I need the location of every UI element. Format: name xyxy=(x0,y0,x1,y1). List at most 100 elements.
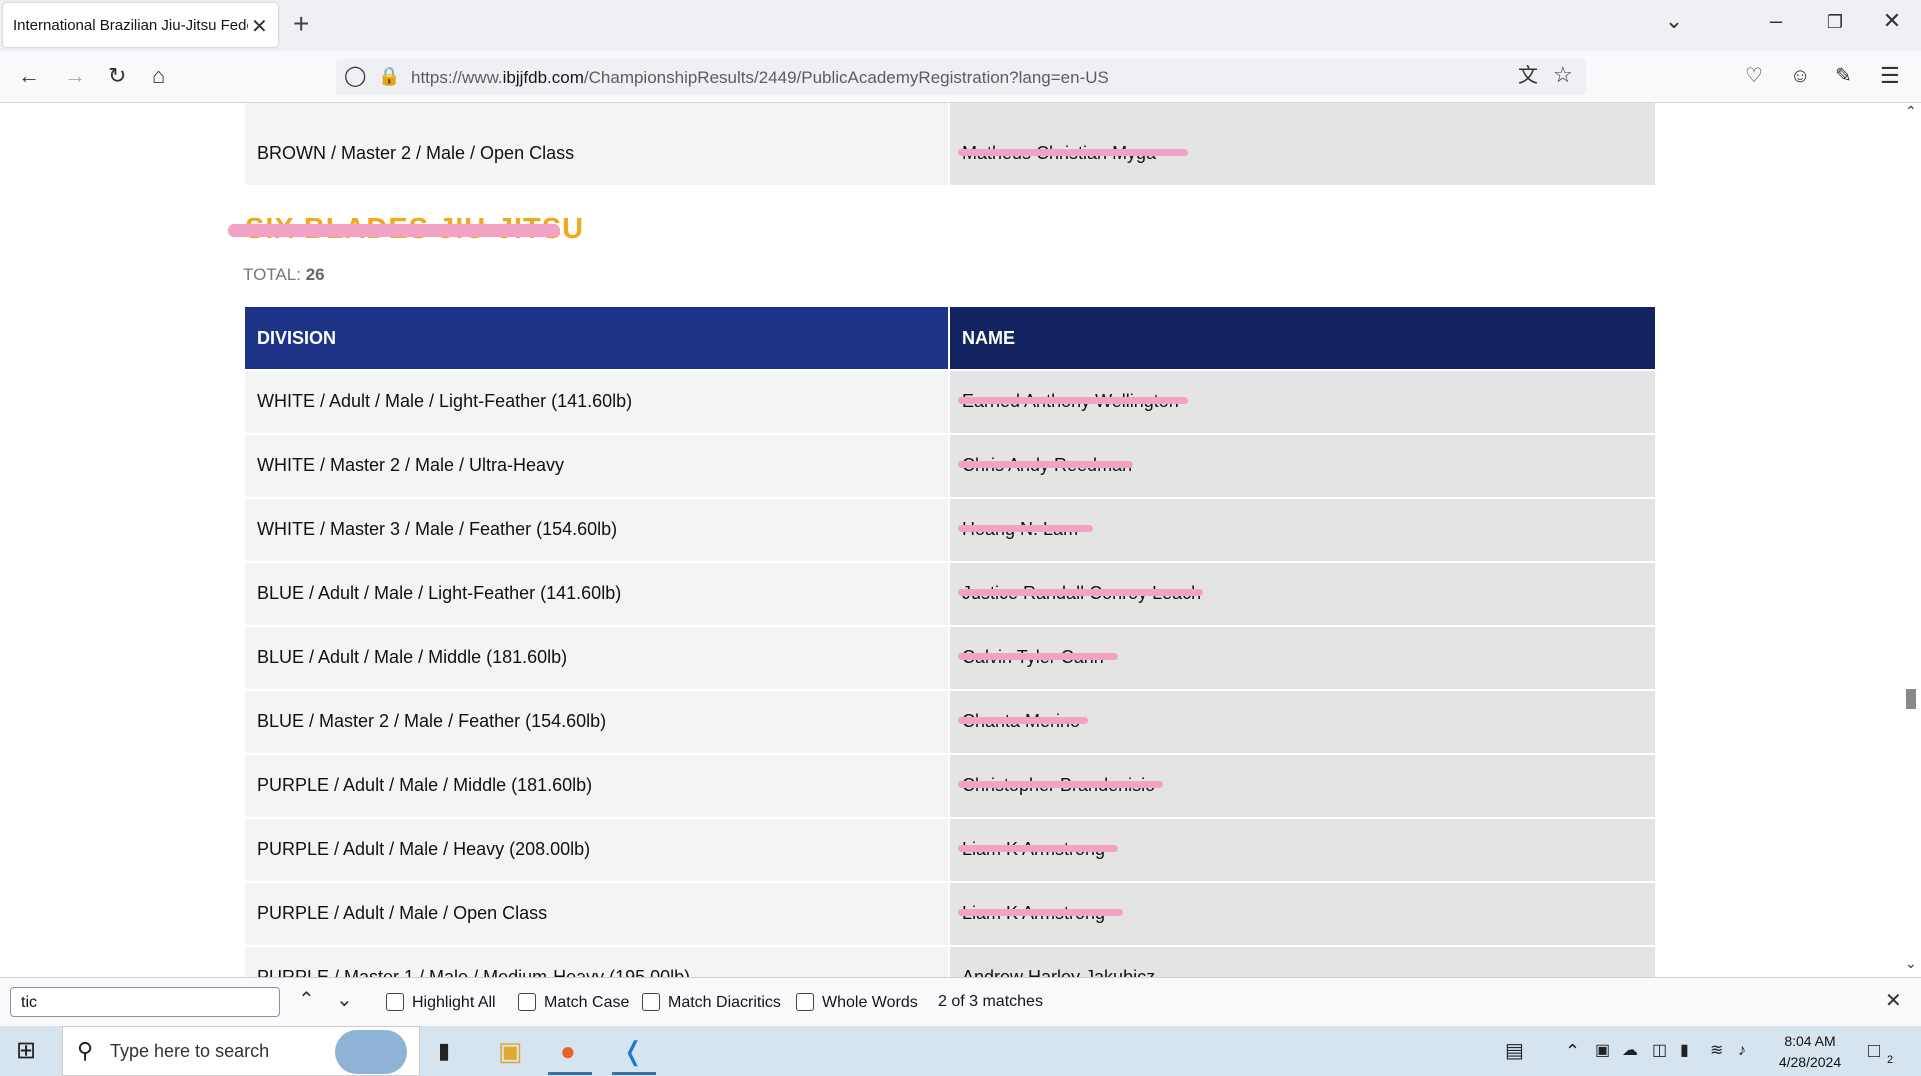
show-hidden-icons-icon[interactable]: ⌃ xyxy=(1565,1036,1580,1066)
lock-icon[interactable]: 🔒 xyxy=(378,65,400,87)
account-icon[interactable]: ☺ xyxy=(1790,65,1810,87)
division-cell: WHITE / Adult / Male / Light-Feather (14… xyxy=(245,371,948,433)
close-window-icon[interactable]: ✕ xyxy=(1872,8,1912,34)
table-row: PURPLE / Adult / Male / Middle (181.60lb… xyxy=(245,755,1655,817)
security-icon[interactable]: ◫ xyxy=(1652,1036,1667,1066)
clock-date[interactable]: 4/28/2024 xyxy=(1770,1054,1850,1070)
find-input[interactable]: tic xyxy=(10,987,280,1017)
name-cell: Liam K Armstrong xyxy=(950,883,1655,945)
whole-words-checkbox[interactable]: Whole Words xyxy=(796,993,918,1012)
name-cell: Andrew Harley Jakubicz xyxy=(950,947,1655,977)
translate-icon[interactable]: 文 xyxy=(1518,65,1538,87)
battery-icon[interactable]: ▮ xyxy=(1680,1036,1689,1066)
vscode-icon[interactable]: ❬ xyxy=(622,1036,644,1066)
minimize-icon[interactable]: – xyxy=(1756,8,1796,34)
menu-icon[interactable]: ☰ xyxy=(1880,65,1900,87)
windows-start-icon[interactable]: ⊞ xyxy=(16,1036,36,1066)
redaction-mark xyxy=(958,653,1118,660)
division-cell: BLUE / Adult / Male / Light-Feather (141… xyxy=(245,563,948,625)
home-icon[interactable]: ⌂ xyxy=(152,65,165,87)
task-view-icon[interactable]: ▮ xyxy=(438,1036,450,1066)
url-text[interactable]: https://www.ibjjfdb.com/ChampionshipResu… xyxy=(411,68,1109,88)
list-all-tabs-icon[interactable]: ⌄ xyxy=(1654,8,1694,34)
scrollbar[interactable]: ⌃ ⌄ xyxy=(1901,103,1921,977)
browser-tab[interactable]: International Brazilian Jiu-Jitsu Fede ✕ xyxy=(3,3,278,47)
highlight-all-checkbox[interactable]: Highlight All xyxy=(386,993,496,1012)
table-row: BLUE / Adult / Male / Middle (181.60lb)C… xyxy=(245,627,1655,689)
onedrive-icon[interactable]: ☁ xyxy=(1622,1036,1638,1066)
scroll-up-icon[interactable]: ⌃ xyxy=(1905,103,1917,120)
table-row: WHITE / Master 2 / Male / Ultra-HeavyChr… xyxy=(245,435,1655,497)
name-cell: Calvin Tyler Cann xyxy=(950,627,1655,689)
extensions-icon[interactable]: ✎ xyxy=(1835,65,1852,87)
notification-icon[interactable]: □ xyxy=(1868,1036,1880,1066)
pocket-icon[interactable]: ♡ xyxy=(1745,65,1763,87)
tab-title: International Brazilian Jiu-Jitsu Fede xyxy=(13,17,248,34)
table-row: WHITE / Adult / Male / Light-Feather (14… xyxy=(245,371,1655,433)
name-cell: Earned Anthony Wellington xyxy=(950,371,1655,433)
tab-close-icon[interactable]: ✕ xyxy=(251,14,268,39)
redaction-mark xyxy=(958,461,1133,468)
name-cell: Justice Randall Conroy Leach xyxy=(950,563,1655,625)
url-bar[interactable]: ◯ 🔒 https://www.ibjjfdb.com/Championship… xyxy=(336,59,1586,95)
find-bar: tic ⌃ ⌄ Highlight All Match Case Match D… xyxy=(0,977,1921,1026)
table-row: BLUE / Adult / Male / Light-Feather (141… xyxy=(245,563,1655,625)
name-cell: Christopher Brandenisio xyxy=(950,755,1655,817)
scrollbar-thumb[interactable] xyxy=(1906,689,1916,709)
reload-icon[interactable]: ↻ xyxy=(108,65,126,87)
total-count: TOTAL: 26 xyxy=(243,265,325,284)
active-app-indicator xyxy=(612,1072,656,1075)
clock-time[interactable]: 8:04 AM xyxy=(1770,1033,1850,1049)
division-cell: PURPLE / Master 1 / Male / Medium-Heavy … xyxy=(245,947,948,977)
redaction-mark xyxy=(958,845,1118,852)
name-cell: Matheus Christian Myga xyxy=(950,123,1655,185)
search-placeholder: Type here to search xyxy=(110,1041,270,1061)
shield-icon[interactable]: ◯ xyxy=(344,65,366,87)
active-app-indicator xyxy=(548,1072,592,1075)
redaction-mark xyxy=(958,909,1123,916)
search-icon: ⚲ xyxy=(77,1038,94,1063)
firefox-icon[interactable]: ● xyxy=(560,1036,576,1066)
division-cell: BROWN / Master 2 / Male / Open Class xyxy=(245,123,948,185)
search-highlight-icon xyxy=(335,1030,407,1074)
new-tab-button[interactable]: + xyxy=(293,8,309,40)
name-cell: Hoang N. Lam xyxy=(950,499,1655,561)
redaction-mark xyxy=(958,781,1163,788)
table-header: DIVISION NAME xyxy=(245,307,1655,369)
table-row: PURPLE / Adult / Male / Heavy (208.00lb)… xyxy=(245,819,1655,881)
restore-icon[interactable]: ❐ xyxy=(1815,12,1855,33)
redaction-mark xyxy=(958,397,1188,404)
division-cell: BLUE / Adult / Male / Middle (181.60lb) xyxy=(245,627,948,689)
back-icon[interactable]: ← xyxy=(18,65,40,87)
redaction-mark xyxy=(958,525,1093,532)
division-header: DIVISION xyxy=(245,307,948,369)
volume-icon[interactable]: ♪ xyxy=(1738,1036,1746,1066)
taskbar-search[interactable]: ⚲ Type here to search xyxy=(62,1026,420,1076)
forward-icon[interactable]: → xyxy=(64,65,86,87)
find-previous-icon[interactable]: ⌃ xyxy=(298,989,315,1011)
match-case-checkbox[interactable]: Match Case xyxy=(518,993,629,1012)
table-row: BLUE / Master 2 / Male / Feather (154.60… xyxy=(245,691,1655,753)
table-row: WHITE / Master 3 / Male / Feather (154.6… xyxy=(245,499,1655,561)
taskbar: ⊞ ⚲ Type here to search ▮ ▣ ● ❬ ▤ ⌃ ▣ ☁ … xyxy=(0,1026,1921,1076)
name-cell: Chanta Merino xyxy=(950,691,1655,753)
name-cell: Chris Andy Reedman xyxy=(950,435,1655,497)
tab-strip: International Brazilian Jiu-Jitsu Fede ✕… xyxy=(0,0,1921,51)
file-explorer-icon[interactable]: ▣ xyxy=(498,1036,523,1066)
table-row: BROWN / Master 2 / Male / Open Class Mat… xyxy=(245,123,1655,185)
page-content: BROWN / Master 2 / Male / Open Class Mat… xyxy=(0,103,1921,977)
wifi-icon[interactable]: ≋ xyxy=(1710,1036,1723,1066)
news-widget-icon[interactable]: ▤ xyxy=(1505,1036,1524,1066)
name-cell: Liam K Armstrong xyxy=(950,819,1655,881)
navigation-toolbar: ← → ↻ ⌂ ◯ 🔒 https://www.ibjjfdb.com/Cham… xyxy=(0,51,1921,103)
scroll-down-icon[interactable]: ⌄ xyxy=(1905,955,1917,972)
meet-now-icon[interactable]: ▣ xyxy=(1595,1036,1610,1066)
table-row: PURPLE / Adult / Male / Open ClassLiam K… xyxy=(245,883,1655,945)
match-diacritics-checkbox[interactable]: Match Diacritics xyxy=(642,993,781,1012)
close-find-bar-icon[interactable]: ✕ xyxy=(1885,990,1902,1012)
athlete-name: Andrew Harley Jakubicz xyxy=(962,967,1156,977)
find-next-icon[interactable]: ⌄ xyxy=(336,989,353,1011)
division-cell: WHITE / Master 2 / Male / Ultra-Heavy xyxy=(245,435,948,497)
table-row xyxy=(245,103,1655,141)
bookmark-star-icon[interactable]: ☆ xyxy=(1553,64,1573,86)
